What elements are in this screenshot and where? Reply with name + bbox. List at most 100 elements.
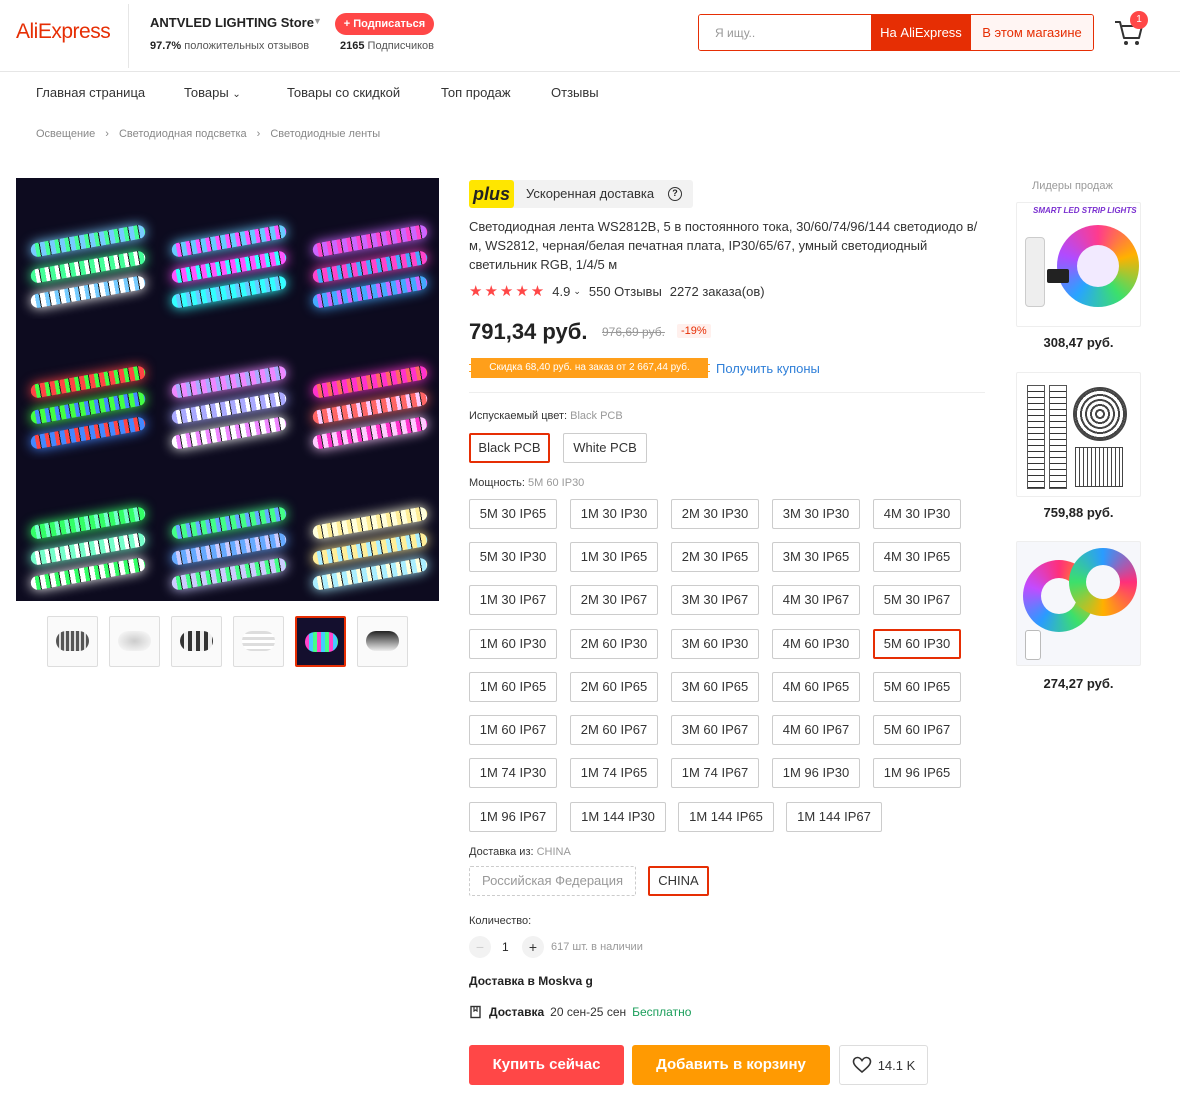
product-thumbnail[interactable] (47, 616, 98, 667)
sku-power-option[interactable]: 4M 60 IP67 (772, 715, 860, 745)
quantity-increase-button[interactable]: + (522, 936, 544, 958)
current-price: 791,34 руб. (469, 319, 588, 344)
search-input[interactable] (699, 15, 871, 50)
sku-power-option[interactable]: 4M 60 IP65 (772, 672, 860, 702)
sku-power-option[interactable]: 5M 30 IP30 (469, 542, 557, 572)
product-thumbnail[interactable] (109, 616, 160, 667)
sku-power-option[interactable]: 1M 60 IP67 (469, 715, 557, 745)
buy-now-button[interactable]: Купить сейчас (469, 1045, 624, 1085)
sku-power-option[interactable]: 2M 30 IP65 (671, 542, 759, 572)
product-thumbnail[interactable] (357, 616, 408, 667)
bestseller-banner: SMART LED STRIP LIGHTS (1033, 206, 1137, 215)
sku-color-option[interactable]: White PCB (563, 433, 647, 463)
product-thumbnail[interactable] (295, 616, 346, 667)
search-aliexpress-button[interactable]: На AliExpress (871, 15, 971, 50)
sku-power-option[interactable]: 1M 30 IP67 (469, 585, 557, 615)
aliexpress-logo[interactable]: AliExpress (16, 20, 111, 44)
sku-power-option[interactable]: 1M 96 IP30 (772, 758, 860, 788)
quantity-decrease-button[interactable]: − (469, 936, 491, 958)
quantity-value[interactable]: 1 (502, 940, 509, 954)
sku-power-option[interactable]: 3M 30 IP65 (772, 542, 860, 572)
sku-power-option[interactable]: 1M 96 IP65 (873, 758, 961, 788)
store-caret-icon[interactable]: ▼ (313, 16, 322, 26)
sku-power-option[interactable]: 2M 30 IP67 (570, 585, 658, 615)
led-strip-photo-tile (16, 319, 157, 460)
plus-delivery-text: Ускоренная доставка (526, 186, 655, 201)
sku-power-option[interactable]: 1M 30 IP30 (570, 499, 658, 529)
led-strip-photo-tile (298, 319, 439, 460)
bestseller-price: 759,88 руб. (1043, 505, 1114, 520)
sku-power-option[interactable]: 5M 30 IP67 (873, 585, 961, 615)
reviews-count[interactable]: 550 Отзывы (589, 284, 662, 299)
sku-power-option[interactable]: 1M 60 IP30 (469, 629, 557, 659)
sku-power-option[interactable]: 2M 60 IP30 (570, 629, 658, 659)
delivery-info: Доставка 20 сен-25 сен Бесплатно (469, 1005, 691, 1019)
nav-sale[interactable]: Товары со скидкой (287, 85, 400, 100)
breadcrumb-item[interactable]: Светодиодные ленты (270, 128, 380, 140)
sku-power-option[interactable]: 1M 30 IP65 (570, 542, 658, 572)
sku-power-option[interactable]: 1M 74 IP65 (570, 758, 658, 788)
sku-power-option[interactable]: 1M 60 IP65 (469, 672, 557, 702)
positive-label: положительных отзывов (184, 40, 310, 52)
breadcrumb-item[interactable]: Освещение (36, 128, 95, 140)
sku-power-option[interactable]: 3M 30 IP30 (772, 499, 860, 529)
bestseller-image[interactable] (1016, 541, 1141, 666)
add-to-cart-button[interactable]: Добавить в корзину (632, 1045, 830, 1085)
nav-products[interactable]: Товары ⌄ (184, 85, 241, 100)
sku-power-option[interactable]: 4M 60 IP30 (772, 629, 860, 659)
sku-power-option[interactable]: 1M 74 IP67 (671, 758, 759, 788)
wishlist-count: 14.1 K (877, 1057, 916, 1073)
search-store-button[interactable]: В этом магазине (971, 15, 1093, 50)
nav-top-selling[interactable]: Топ продаж (441, 85, 511, 100)
sku-power-option[interactable]: 5M 30 IP65 (469, 499, 557, 529)
sku-power-option[interactable]: 1M 74 IP30 (469, 758, 557, 788)
sku-power-option[interactable]: 1M 96 IP67 (469, 802, 557, 832)
follow-button[interactable]: + Подписаться (335, 13, 434, 35)
sku-power-option[interactable]: 4M 30 IP65 (873, 542, 961, 572)
followers-label: Подписчиков (367, 40, 434, 52)
positive-pct: 97.7% (150, 40, 182, 52)
product-thumbnail[interactable] (171, 616, 222, 667)
divider (469, 392, 985, 393)
sku-power-option[interactable]: 3M 60 IP30 (671, 629, 759, 659)
led-strip-photo-tile (16, 460, 157, 601)
rating-value[interactable]: 4.9 (552, 284, 570, 299)
led-ring-image (1073, 387, 1127, 441)
sku-power-option[interactable]: 4M 30 IP30 (873, 499, 961, 529)
sku-color-option[interactable]: Black PCB (469, 433, 550, 463)
coupon-tag[interactable]: Скидка 68,40 руб. на заказ от 2 667,44 р… (469, 358, 710, 378)
product-thumbnail[interactable] (233, 616, 284, 667)
cart-count-badge: 1 (1130, 11, 1148, 29)
bestseller-image[interactable] (1016, 372, 1141, 497)
thumbnail-image (366, 631, 399, 651)
sku-power-option[interactable]: 1M 144 IP67 (786, 802, 882, 832)
ship-from-option[interactable]: Российская Федерация (469, 866, 636, 896)
sku-power-option[interactable]: 1M 144 IP30 (570, 802, 666, 832)
sku-power-option[interactable]: 5M 60 IP30 (873, 629, 961, 659)
ship-from-option[interactable]: CHINA (648, 866, 709, 896)
sku-power-option[interactable]: 2M 60 IP67 (570, 715, 658, 745)
sku-power-option[interactable]: 5M 60 IP67 (873, 715, 961, 745)
chevron-right-icon: › (256, 128, 261, 140)
store-name[interactable]: ANTVLED LIGHTING Store (150, 15, 314, 30)
ship-to-location[interactable]: Доставка в Moskva g (469, 974, 593, 988)
product-main-image[interactable] (16, 178, 439, 601)
breadcrumb-item[interactable]: Светодиодная подсветка (119, 128, 247, 140)
get-coupons-link[interactable]: Получить купоны (716, 361, 820, 376)
sku-power-option[interactable]: 3M 60 IP65 (671, 672, 759, 702)
wishlist-button[interactable]: 14.1 K (839, 1045, 928, 1085)
sku-power-option[interactable]: 3M 30 IP67 (671, 585, 759, 615)
store-nav: Главная страница Товары ⌄ Товары со скид… (0, 73, 1180, 113)
sku-power-option[interactable]: 3M 60 IP67 (671, 715, 759, 745)
sku-power-option[interactable]: 1M 144 IP65 (678, 802, 774, 832)
chevron-down-icon[interactable]: ⌄ (573, 286, 581, 297)
sku-power-option[interactable]: 2M 60 IP65 (570, 672, 658, 702)
bestseller-image[interactable]: SMART LED STRIP LIGHTS (1016, 202, 1141, 327)
sku-power-option[interactable]: 4M 30 IP67 (772, 585, 860, 615)
sku-power-option[interactable]: 2M 30 IP30 (671, 499, 759, 529)
nav-home[interactable]: Главная страница (36, 85, 145, 100)
search-bar: На AliExpress В этом магазине (698, 14, 1094, 51)
sku-power-option[interactable]: 5M 60 IP65 (873, 672, 961, 702)
nav-reviews[interactable]: Отзывы (551, 85, 599, 100)
help-icon[interactable]: ? (668, 187, 682, 201)
